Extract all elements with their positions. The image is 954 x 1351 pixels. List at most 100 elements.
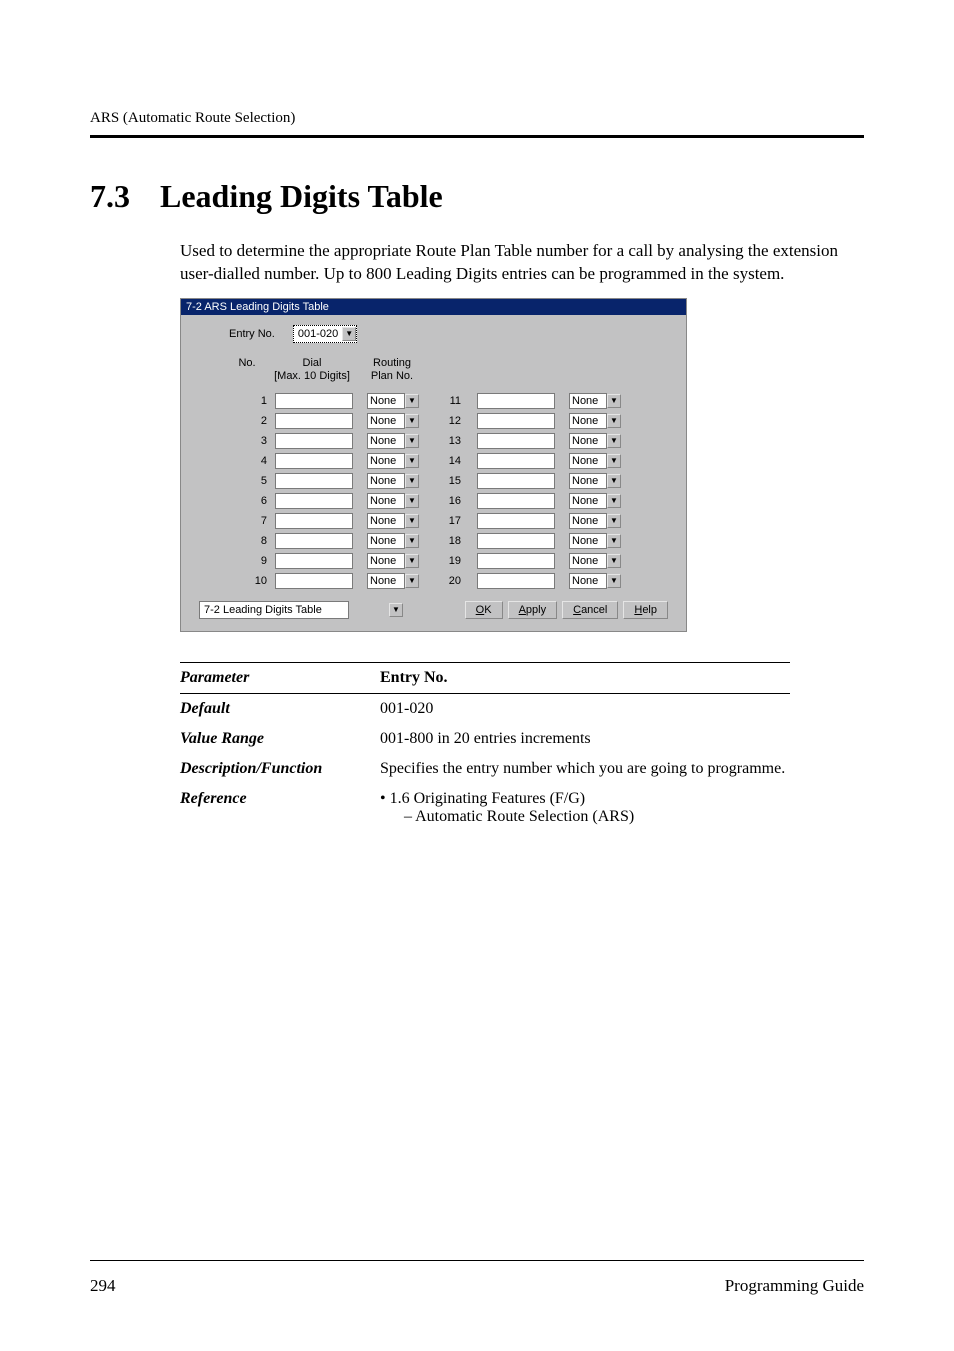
table-row: 7None▼17None▼ (199, 513, 668, 529)
table-row: 4 None▼ 14 None▼ (199, 453, 668, 469)
routing-plan-select[interactable]: None▼ (569, 413, 621, 429)
routing-plan-select[interactable]: None▼ (569, 453, 621, 469)
chevron-down-icon[interactable]: ▼ (607, 474, 621, 488)
chevron-down-icon[interactable]: ▼ (607, 554, 621, 568)
dial-input[interactable] (275, 533, 353, 549)
chevron-down-icon[interactable]: ▼ (607, 514, 621, 528)
routing-plan-select[interactable]: None▼ (569, 433, 621, 449)
routing-plan-value: None (367, 533, 405, 549)
dial-input[interactable] (477, 553, 555, 569)
dial-input[interactable] (275, 573, 353, 589)
dial-input[interactable] (477, 533, 555, 549)
routing-plan-select[interactable]: None▼ (569, 573, 621, 589)
routing-plan-select[interactable]: None▼ (367, 413, 419, 429)
row-number: 14 (445, 455, 469, 467)
row-number: 4 (199, 455, 275, 467)
chevron-down-icon[interactable]: ▼ (607, 534, 621, 548)
row-number: 16 (445, 495, 469, 507)
row-number: 20 (445, 575, 469, 587)
row-number: 8 (199, 535, 275, 547)
routing-plan-select[interactable]: None▼ (569, 533, 621, 549)
dial-input[interactable] (477, 473, 555, 489)
table-row: 9None▼19None▼ (199, 553, 668, 569)
dial-input[interactable] (477, 433, 555, 449)
dial-input[interactable] (477, 573, 555, 589)
dial-input[interactable] (275, 453, 353, 469)
chevron-down-icon[interactable]: ▼ (607, 414, 621, 428)
running-head: ARS (Automatic Route Selection) (90, 110, 864, 127)
page-nav-select[interactable]: 7-2 Leading Digits Table (199, 601, 349, 619)
chevron-down-icon[interactable]: ▼ (405, 414, 419, 428)
chevron-down-icon[interactable]: ▼ (405, 534, 419, 548)
parameter-table: Parameter Entry No. Default 001-020 Valu… (180, 662, 790, 832)
routing-plan-select[interactable]: None▼ (367, 573, 419, 589)
ok-button[interactable]: OK (465, 601, 503, 619)
apply-button[interactable]: Apply (508, 601, 558, 619)
section-number: 7.3 (90, 178, 160, 215)
intro-paragraph: Used to determine the appropriate Route … (180, 240, 864, 286)
routing-plan-select[interactable]: None▼ (569, 393, 621, 409)
routing-plan-select[interactable]: None▼ (367, 433, 419, 449)
routing-plan-select[interactable]: None▼ (367, 493, 419, 509)
dial-input[interactable] (275, 473, 353, 489)
chevron-down-icon[interactable]: ▼ (405, 454, 419, 468)
routing-plan-select[interactable]: None▼ (569, 473, 621, 489)
routing-plan-value: None (367, 513, 405, 529)
routing-plan-value: None (367, 493, 405, 509)
section-heading: Leading Digits Table (160, 178, 443, 214)
param-val-description: Specifies the entry number which you are… (380, 760, 790, 778)
chevron-down-icon[interactable]: ▼ (389, 603, 403, 617)
dial-input[interactable] (477, 413, 555, 429)
section-title: 7.3Leading Digits Table (90, 178, 864, 215)
chevron-down-icon[interactable]: ▼ (405, 434, 419, 448)
routing-plan-select[interactable]: None▼ (367, 393, 419, 409)
row-number: 5 (199, 475, 275, 487)
routing-plan-value: None (569, 413, 607, 429)
col-dial: Dial [Max. 10 Digits] (267, 357, 357, 383)
entry-no-select[interactable]: 001-020 ▼ (293, 325, 357, 343)
row-number: 7 (199, 515, 275, 527)
routing-plan-value: None (569, 433, 607, 449)
routing-plan-select[interactable]: None▼ (367, 553, 419, 569)
dial-input[interactable] (275, 493, 353, 509)
routing-plan-select[interactable]: None▼ (569, 513, 621, 529)
dial-input[interactable] (477, 493, 555, 509)
footer-guide: Programming Guide (725, 1276, 864, 1296)
dialog-titlebar: 7-2 ARS Leading Digits Table (181, 299, 686, 315)
row-number: 1 (199, 395, 275, 407)
routing-plan-select[interactable]: None▼ (367, 513, 419, 529)
dial-input[interactable] (477, 393, 555, 409)
dial-input[interactable] (477, 513, 555, 529)
chevron-down-icon[interactable]: ▼ (607, 434, 621, 448)
routing-plan-value: None (367, 553, 405, 569)
cancel-button[interactable]: Cancel (562, 601, 618, 619)
table-row: 3None▼13None▼ (199, 433, 668, 449)
chevron-down-icon[interactable]: ▼ (342, 327, 356, 341)
routing-plan-select[interactable]: None▼ (367, 533, 419, 549)
param-val-range: 001-800 in 20 entries increments (380, 730, 790, 748)
table-row: 5None▼15None▼ (199, 473, 668, 489)
chevron-down-icon[interactable]: ▼ (405, 474, 419, 488)
routing-plan-select[interactable]: None▼ (569, 493, 621, 509)
routing-plan-value: None (569, 573, 607, 589)
routing-plan-select[interactable]: None▼ (367, 453, 419, 469)
chevron-down-icon[interactable]: ▼ (607, 574, 621, 588)
dial-input[interactable] (275, 413, 353, 429)
chevron-down-icon[interactable]: ▼ (405, 394, 419, 408)
chevron-down-icon[interactable]: ▼ (405, 514, 419, 528)
chevron-down-icon[interactable]: ▼ (607, 454, 621, 468)
dial-input[interactable] (477, 453, 555, 469)
param-key-range: Value Range (180, 730, 380, 748)
routing-plan-select[interactable]: None▼ (569, 553, 621, 569)
dial-input[interactable] (275, 393, 353, 409)
routing-plan-select[interactable]: None▼ (367, 473, 419, 489)
chevron-down-icon[interactable]: ▼ (607, 494, 621, 508)
dial-input[interactable] (275, 433, 353, 449)
chevron-down-icon[interactable]: ▼ (405, 494, 419, 508)
dial-input[interactable] (275, 553, 353, 569)
help-button[interactable]: Help (623, 601, 668, 619)
chevron-down-icon[interactable]: ▼ (405, 574, 419, 588)
dial-input[interactable] (275, 513, 353, 529)
chevron-down-icon[interactable]: ▼ (405, 554, 419, 568)
chevron-down-icon[interactable]: ▼ (607, 394, 621, 408)
